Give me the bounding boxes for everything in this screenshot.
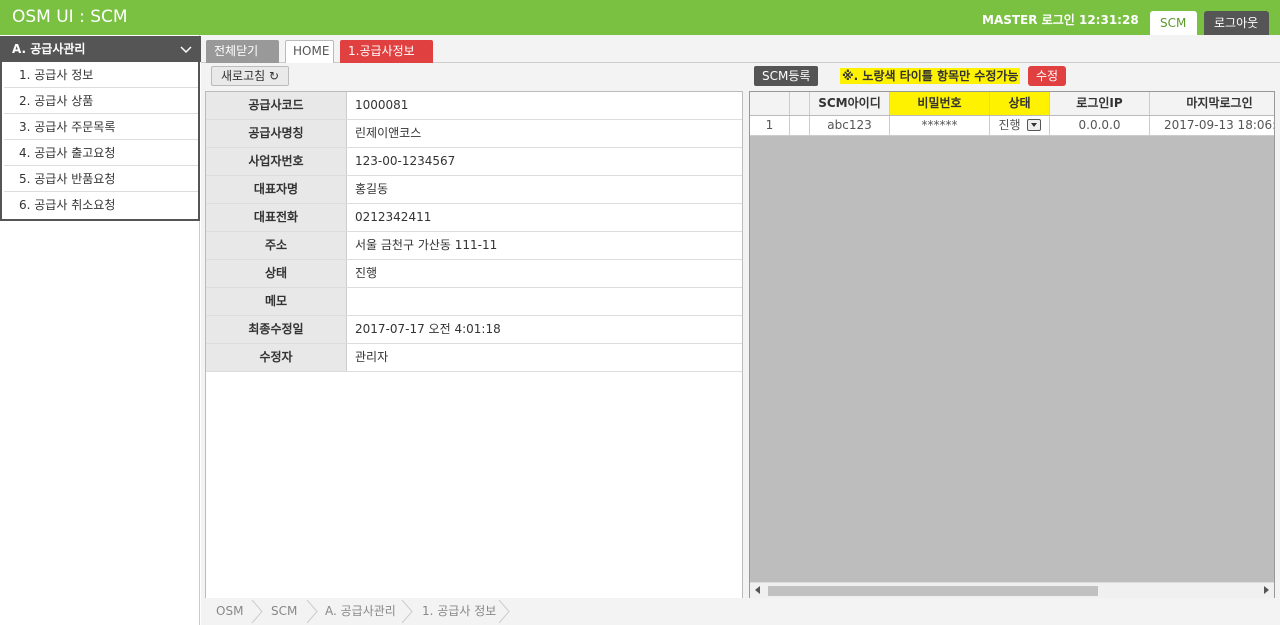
cell-password[interactable]: ****** xyxy=(890,116,990,135)
login-info: MASTER 로그인 12:31:28 xyxy=(982,13,1139,27)
column-header-scm-id[interactable]: SCM아이디 xyxy=(810,92,890,115)
sidebar-section-header[interactable]: A. 공급사관리 xyxy=(2,36,202,62)
cell-select[interactable] xyxy=(790,116,810,135)
cell-status[interactable]: 진행 xyxy=(990,116,1050,135)
info-label: 주소 xyxy=(206,232,347,259)
info-value: 1000081 xyxy=(355,98,409,112)
info-label: 대표자명 xyxy=(206,176,347,203)
info-label: 메모 xyxy=(206,288,347,315)
breadcrumb-item[interactable]: A. 공급사관리 xyxy=(325,598,396,625)
breadcrumb-separator-icon xyxy=(498,600,510,623)
info-value: 123-00-1234567 xyxy=(355,154,456,168)
scroll-left-icon[interactable] xyxy=(755,586,760,594)
info-label: 최종수정일 xyxy=(206,316,347,343)
sidebar-item-supplier-cancellations[interactable]: 6. 공급사 취소요청 xyxy=(4,192,198,218)
editable-notice: ※. 노랑색 타이틀 항목만 수정가능 xyxy=(840,68,1021,84)
sidebar-section-title: A. 공급사관리 xyxy=(12,42,86,56)
info-row: 사업자번호 123-00-1234567 xyxy=(206,148,742,176)
sidebar-item-supplier-products[interactable]: 2. 공급사 상품 xyxy=(4,88,198,114)
info-value: 관리자 xyxy=(355,350,389,364)
info-row: 수정자 관리자 xyxy=(206,344,742,372)
info-row: 대표자명 홍길동 xyxy=(206,176,742,204)
breadcrumb-item[interactable]: SCM xyxy=(271,598,297,625)
breadcrumb-separator-icon xyxy=(306,600,318,623)
cell-rownum: 1 xyxy=(750,116,790,135)
column-header-last-login[interactable]: 마지막로그인 xyxy=(1150,92,1274,115)
tab-supplier-info-label: 1.공급사정보 xyxy=(348,44,415,58)
sidebar-item-supplier-returns[interactable]: 5. 공급사 반품요청 xyxy=(4,166,198,192)
info-row: 대표전화 0212342411 xyxy=(206,204,742,232)
chevron-down-icon[interactable] xyxy=(180,36,192,62)
dropdown-arrow-icon[interactable] xyxy=(1026,118,1041,131)
tab-supplier-info[interactable]: 1.공급사정보✕ xyxy=(340,40,433,79)
info-row: 상태 진행 xyxy=(206,260,742,288)
scm-button[interactable]: SCM xyxy=(1150,11,1197,35)
breadcrumb-item[interactable]: OSM xyxy=(216,598,243,625)
edit-button[interactable]: 수정 xyxy=(1028,66,1067,86)
info-label: 공급사명칭 xyxy=(206,120,347,147)
table-row[interactable]: 1 abc123 ****** 진행 0.0.0.0 2017-09-13 18… xyxy=(750,116,1274,136)
column-header-password[interactable]: 비밀번호 xyxy=(890,92,990,115)
app-title: OSM UI : SCM xyxy=(12,7,128,27)
supplier-info-panel: 공급사코드 1000081 공급사명칭 린제이앤코스 사업자번호 123-00-… xyxy=(205,91,743,599)
sidebar-item-supplier-info[interactable]: 1. 공급사 정보 xyxy=(4,62,198,88)
info-value: 서울 금천구 가산동 111-11 xyxy=(355,238,498,252)
info-row: 메모 xyxy=(206,288,742,316)
breadcrumb-separator-icon xyxy=(401,600,413,623)
top-header: OSM UI : SCM MASTER 로그인 12:31:28 SCM 로그아… xyxy=(0,0,1280,35)
info-label: 대표전화 xyxy=(206,204,347,231)
column-header-select xyxy=(790,92,810,115)
info-value: 0212342411 xyxy=(355,210,432,224)
scm-register-button[interactable]: SCM등록 xyxy=(754,66,819,86)
scroll-right-icon[interactable] xyxy=(1264,586,1269,594)
breadcrumb-separator-icon xyxy=(251,600,263,623)
column-header-rownum xyxy=(750,92,790,115)
status-value: 진행 xyxy=(998,118,1021,132)
scrollbar-thumb[interactable] xyxy=(768,586,1098,596)
breadcrumb-item[interactable]: 1. 공급사 정보 xyxy=(422,598,496,625)
info-row: 공급사코드 1000081 xyxy=(206,92,742,120)
logout-button[interactable]: 로그아웃 xyxy=(1204,11,1269,35)
tab-close-all-label: 전체닫기 xyxy=(214,44,259,58)
info-label: 수정자 xyxy=(206,344,347,371)
grid-header: SCM아이디 비밀번호 상태 로그인IP 마지막로그인 xyxy=(750,92,1274,116)
scm-account-grid: SCM아이디 비밀번호 상태 로그인IP 마지막로그인 1 abc123 ***… xyxy=(749,91,1275,599)
info-value: 2017-07-17 오전 4:01:18 xyxy=(355,322,501,336)
info-label: 공급사코드 xyxy=(206,92,347,119)
info-value: 린제이앤코스 xyxy=(355,126,422,140)
sidebar-item-supplier-orders[interactable]: 3. 공급사 주문목록 xyxy=(4,114,198,140)
info-label: 사업자번호 xyxy=(206,148,347,175)
horizontal-scrollbar[interactable] xyxy=(750,582,1274,598)
info-row: 주소 서울 금천구 가산동 111-11 xyxy=(206,232,742,260)
breadcrumb: OSM SCM A. 공급사관리 1. 공급사 정보 xyxy=(201,598,1280,625)
tab-close-all[interactable]: 전체닫기✕ xyxy=(206,40,279,79)
tab-bar: 전체닫기✕ HOME 1.공급사정보✕ xyxy=(201,35,1280,79)
column-header-status[interactable]: 상태 xyxy=(990,92,1050,115)
column-header-login-ip[interactable]: 로그인IP xyxy=(1050,92,1150,115)
cell-login-ip[interactable]: 0.0.0.0 xyxy=(1050,116,1150,135)
info-label: 상태 xyxy=(206,260,347,287)
main-content: 새로고침 ↻ 공급사코드 1000081 공급사명칭 린제이앤코스 사업자번호 … xyxy=(201,63,1280,599)
sidebar: A. 공급사관리 1. 공급사 정보 2. 공급사 상품 3. 공급사 주문목록… xyxy=(0,35,202,625)
sidebar-item-supplier-shipping[interactable]: 4. 공급사 출고요청 xyxy=(4,140,198,166)
tab-home[interactable]: HOME xyxy=(285,40,334,63)
cell-last-login[interactable]: 2017-09-13 18:06:05 xyxy=(1150,116,1274,135)
info-row: 공급사명칭 린제이앤코스 xyxy=(206,120,742,148)
sidebar-menu: A. 공급사관리 1. 공급사 정보 2. 공급사 상품 3. 공급사 주문목록… xyxy=(0,36,202,221)
info-row: 최종수정일 2017-07-17 오전 4:01:18 xyxy=(206,316,742,344)
cell-scm-id[interactable]: abc123 xyxy=(810,116,890,135)
info-value: 진행 xyxy=(355,266,378,280)
info-value: 홍길동 xyxy=(355,182,389,196)
refresh-button[interactable]: 새로고침 ↻ xyxy=(211,66,290,86)
